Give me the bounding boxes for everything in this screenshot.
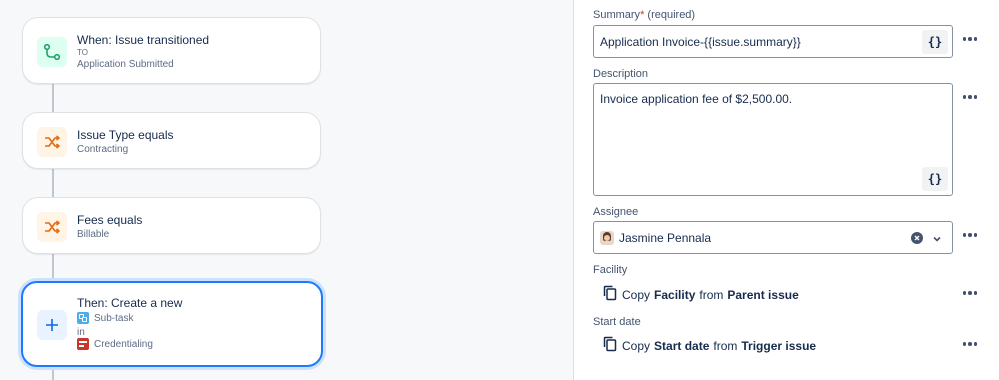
assignee-value: Jasmine Pennala [619, 231, 712, 245]
smart-value-button[interactable]: {} [922, 30, 948, 54]
summary-more-icon[interactable] [959, 31, 981, 47]
description-label: Description [593, 68, 649, 80]
copy-icon [603, 336, 617, 355]
facility-copy-row[interactable]: Copy Facility from Parent issue [603, 285, 803, 304]
action-in-label: in [77, 327, 85, 338]
condition-icon [37, 212, 67, 242]
assignee-select[interactable]: Jasmine Pennala [593, 221, 953, 254]
trigger-title: When: Issue transitioned [77, 33, 210, 47]
action-config-panel: Summary* (required) Application Invoice-… [575, 0, 999, 380]
condition-icon [37, 127, 67, 157]
rule-canvas: When: Issue transitioned TO Application … [0, 0, 574, 380]
chevron-down-icon[interactable] [931, 232, 943, 244]
summary-input[interactable]: Application Invoice-{{issue.summary}} {} [593, 25, 953, 58]
trigger-to-label: TO [77, 48, 88, 57]
assignee-label: Assignee [593, 206, 639, 218]
description-textarea[interactable]: Invoice application fee of $2,500.00. {} [593, 83, 953, 196]
trigger-status: Application Submitted [77, 59, 174, 70]
connector-line [52, 366, 54, 380]
assignee-more-icon[interactable] [959, 227, 981, 243]
condition-card-fees[interactable]: Fees equals Billable [22, 197, 321, 254]
subtask-icon [77, 312, 89, 324]
facility-more-icon[interactable] [959, 285, 981, 301]
condition-title: Fees equals [77, 213, 143, 227]
trigger-card[interactable]: When: Issue transitioned TO Application … [22, 17, 321, 84]
issue-type-label: Sub-task [94, 312, 134, 324]
summary-value: Application Invoice-{{issue.summary}} [600, 35, 801, 49]
avatar [600, 231, 614, 245]
description-value: Invoice application fee of $2,500.00. [600, 92, 793, 106]
condition-value: Contracting [77, 144, 129, 155]
condition-title: Issue Type equals [77, 128, 174, 142]
condition-value: Billable [77, 229, 110, 240]
connector-line [52, 253, 54, 281]
smart-value-button[interactable]: {} [922, 167, 948, 191]
transition-icon [37, 37, 67, 67]
action-title: Then: Create a new [77, 296, 183, 310]
action-issue-type: Sub-task [77, 312, 133, 324]
start-date-more-icon[interactable] [959, 336, 981, 352]
action-card-create-issue[interactable]: Then: Create a new Sub-task in Credentia… [21, 281, 323, 367]
description-more-icon[interactable] [959, 89, 981, 105]
project-label: Credentialing [94, 338, 153, 350]
project-icon [77, 338, 89, 350]
condition-card-issue-type[interactable]: Issue Type equals Contracting [22, 112, 321, 169]
start-date-label: Start date [593, 316, 641, 328]
facility-label: Facility [593, 264, 628, 276]
copy-icon [603, 285, 617, 304]
clear-icon[interactable] [911, 232, 923, 244]
connector-line [52, 168, 54, 197]
connector-line [52, 83, 54, 112]
action-project: Credentialing [77, 338, 153, 350]
plus-icon [37, 310, 67, 340]
summary-label: Summary* (required) [593, 9, 696, 21]
start-date-copy-row[interactable]: Copy Start date from Trigger issue [603, 336, 820, 355]
